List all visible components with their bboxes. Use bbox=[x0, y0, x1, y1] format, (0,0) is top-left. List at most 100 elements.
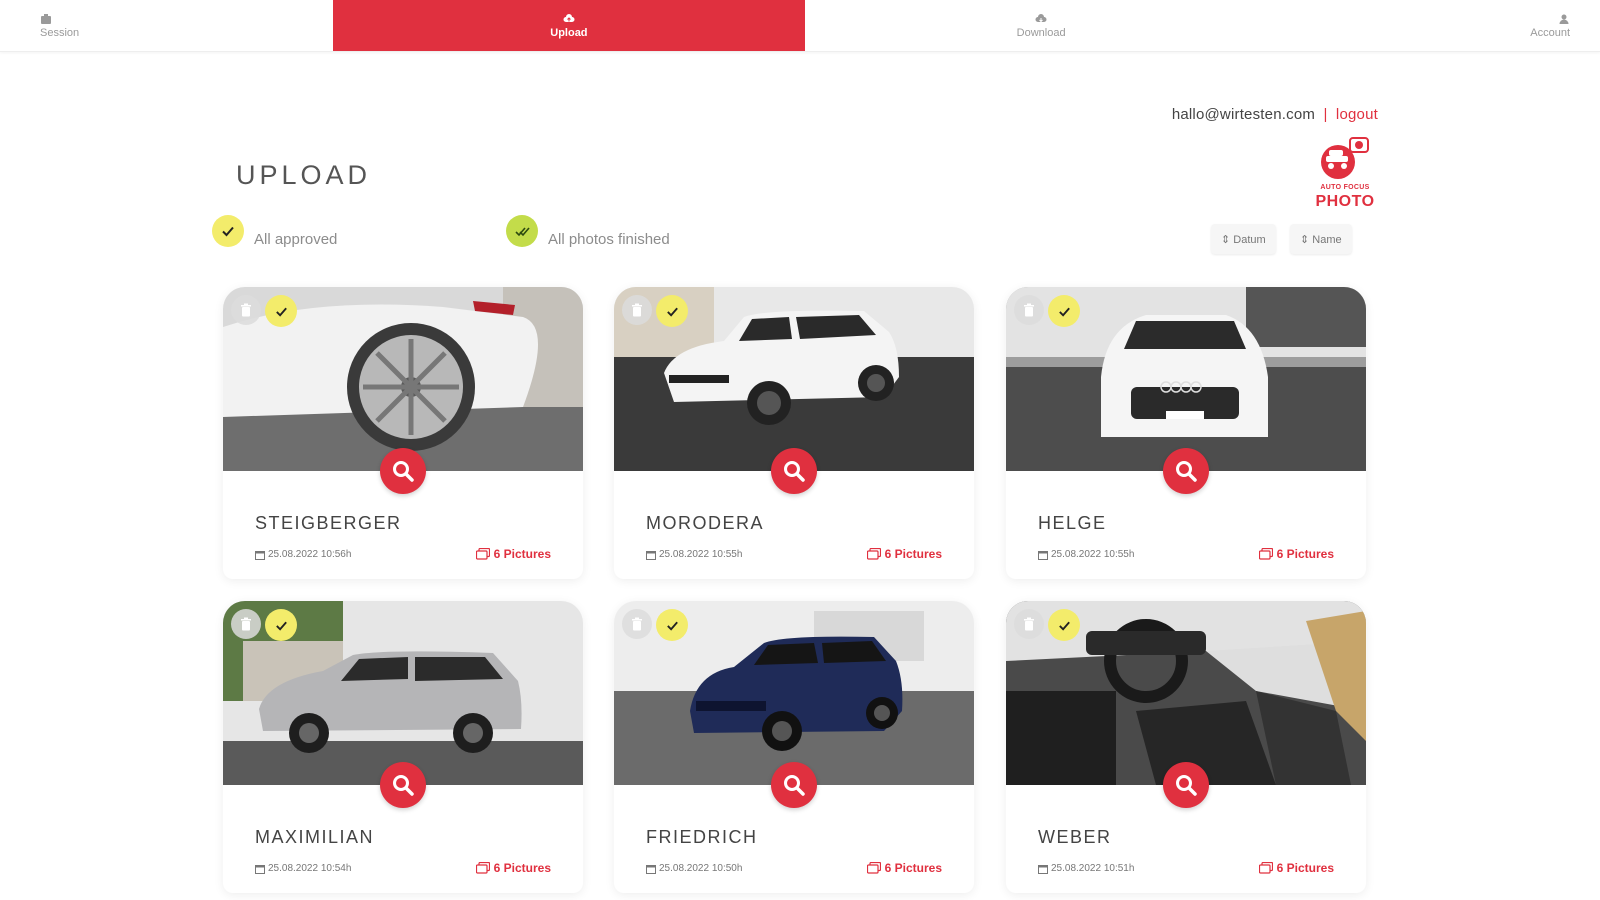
zoom-button[interactable] bbox=[771, 448, 817, 494]
session-card[interactable]: MORODERA 25.08.2022 10:55h 6 Pictures bbox=[614, 287, 974, 579]
account-email: hallo@wirtesten.com bbox=[1171, 106, 1316, 123]
calendar-icon bbox=[255, 864, 265, 874]
session-date-text: 25.08.2022 10:55h bbox=[659, 549, 743, 560]
magnifier-icon bbox=[1176, 461, 1197, 482]
pictures-count: 6 Pictures bbox=[1276, 861, 1334, 875]
session-card[interactable]: HELGE 25.08.2022 10:55h 6 Pictures bbox=[1006, 287, 1366, 579]
zoom-button[interactable] bbox=[1163, 448, 1209, 494]
pictures-icon bbox=[475, 862, 490, 874]
magnifier-icon bbox=[393, 461, 414, 482]
session-date: 25.08.2022 10:54h bbox=[255, 863, 351, 874]
cloud-download-icon bbox=[1035, 13, 1047, 22]
session-date: 25.08.2022 10:55h bbox=[1038, 549, 1134, 560]
zoom-button[interactable] bbox=[1163, 762, 1209, 808]
calendar-icon bbox=[646, 864, 656, 874]
tab-download-label: Download bbox=[1016, 26, 1066, 39]
tab-account-label: Account bbox=[1530, 26, 1570, 39]
logo-title: PHOTO bbox=[1315, 193, 1375, 210]
session-name: MAXIMILIAN bbox=[255, 827, 375, 847]
approved-check-icon[interactable] bbox=[656, 609, 688, 641]
approved-check-icon[interactable] bbox=[1048, 295, 1080, 327]
pictures-icon bbox=[1258, 862, 1273, 874]
sort-by-date-button[interactable]: ⇕ Datum bbox=[1211, 224, 1276, 254]
magnifier-icon bbox=[784, 461, 805, 482]
session-icon bbox=[41, 13, 51, 24]
pictures-count: 6 Pictures bbox=[884, 861, 942, 875]
zoom-button[interactable] bbox=[380, 762, 426, 808]
tab-upload-label: Upload bbox=[550, 26, 588, 39]
session-name: WEBER bbox=[1038, 827, 1112, 847]
magnifier-icon bbox=[393, 775, 414, 796]
session-date: 25.08.2022 10:55h bbox=[646, 549, 742, 560]
session-date: 25.08.2022 10:56h bbox=[255, 549, 351, 560]
approved-check-icon[interactable] bbox=[656, 295, 688, 327]
session-date-text: 25.08.2022 10:50h bbox=[659, 863, 743, 874]
approved-check-icon[interactable] bbox=[265, 295, 297, 327]
session-card[interactable]: STEIGBERGER 25.08.2022 10:56h 6 Pictures bbox=[223, 287, 583, 579]
status-all-finished: All photos finished bbox=[506, 213, 670, 248]
cloud-upload-icon bbox=[563, 13, 575, 22]
pictures-icon bbox=[866, 862, 881, 874]
approved-check-icon[interactable] bbox=[265, 609, 297, 641]
pictures-count-link[interactable]: 6 Pictures bbox=[866, 861, 942, 875]
session-name: STEIGBERGER bbox=[255, 513, 402, 533]
approved-check-icon bbox=[212, 214, 244, 247]
approved-check-icon[interactable] bbox=[1048, 609, 1080, 641]
trash-icon[interactable] bbox=[622, 295, 652, 325]
user-icon bbox=[1559, 14, 1569, 24]
session-date-text: 25.08.2022 10:51h bbox=[1051, 863, 1135, 874]
session-card[interactable]: FRIEDRICH 25.08.2022 10:50h 6 Pictures bbox=[614, 601, 974, 893]
tab-upload[interactable]: Upload bbox=[332, 0, 805, 51]
trash-icon[interactable] bbox=[231, 295, 261, 325]
calendar-icon bbox=[255, 550, 265, 560]
pictures-icon bbox=[866, 548, 881, 560]
pictures-count-link[interactable]: 6 Pictures bbox=[475, 547, 551, 561]
session-date-text: 25.08.2022 10:55h bbox=[1051, 549, 1135, 560]
trash-icon[interactable] bbox=[622, 609, 652, 639]
tab-account[interactable]: Account bbox=[1277, 0, 1600, 51]
pictures-count: 6 Pictures bbox=[884, 547, 942, 561]
pictures-count-link[interactable]: 6 Pictures bbox=[866, 547, 942, 561]
pictures-icon bbox=[1258, 548, 1273, 560]
calendar-icon bbox=[646, 550, 656, 560]
pictures-count: 6 Pictures bbox=[493, 547, 551, 561]
pictures-count: 6 Pictures bbox=[493, 861, 551, 875]
session-name: HELGE bbox=[1038, 513, 1107, 533]
app-logo: AUTO FOCUS PHOTO bbox=[1312, 130, 1378, 214]
session-name: FRIEDRICH bbox=[646, 827, 758, 847]
account-separator: | bbox=[1323, 106, 1328, 123]
logout-link[interactable]: logout bbox=[1336, 106, 1378, 123]
session-name: MORODERA bbox=[646, 513, 765, 533]
top-navigation: Session Upload Download Account bbox=[0, 0, 1600, 52]
tab-session-label: Session bbox=[40, 26, 80, 39]
pictures-count-link[interactable]: 6 Pictures bbox=[1258, 547, 1334, 561]
magnifier-icon bbox=[784, 775, 805, 796]
session-card[interactable]: WEBER 25.08.2022 10:51h 6 Pictures bbox=[1006, 601, 1366, 893]
trash-icon[interactable] bbox=[1014, 295, 1044, 325]
status-finished-label: All photos finished bbox=[548, 231, 670, 248]
session-date-text: 25.08.2022 10:56h bbox=[268, 549, 352, 560]
calendar-icon bbox=[1038, 550, 1048, 560]
session-date: 25.08.2022 10:50h bbox=[646, 863, 742, 874]
tab-session[interactable]: Session bbox=[0, 0, 333, 51]
pictures-count-link[interactable]: 6 Pictures bbox=[1258, 861, 1334, 875]
account-info: hallo@wirtesten.com | logout bbox=[1172, 106, 1378, 123]
finished-double-check-icon bbox=[506, 214, 538, 247]
pictures-icon bbox=[475, 548, 490, 560]
tab-download[interactable]: Download bbox=[805, 0, 1277, 51]
session-date: 25.08.2022 10:51h bbox=[1038, 863, 1134, 874]
session-date-text: 25.08.2022 10:54h bbox=[268, 863, 352, 874]
trash-icon[interactable] bbox=[231, 609, 261, 639]
zoom-button[interactable] bbox=[771, 762, 817, 808]
session-card[interactable]: MAXIMILIAN 25.08.2022 10:54h 6 Pictures bbox=[223, 601, 583, 893]
page-title: UPLOAD bbox=[236, 160, 372, 190]
pictures-count-link[interactable]: 6 Pictures bbox=[475, 861, 551, 875]
zoom-button[interactable] bbox=[380, 448, 426, 494]
trash-icon[interactable] bbox=[1014, 609, 1044, 639]
sort-by-name-button[interactable]: ⇕ Name bbox=[1290, 224, 1352, 254]
status-approved-label: All approved bbox=[254, 231, 338, 248]
camera-car-logo-icon bbox=[1321, 137, 1369, 179]
logo-subtitle: AUTO FOCUS bbox=[1320, 184, 1370, 191]
calendar-icon bbox=[1038, 864, 1048, 874]
magnifier-icon bbox=[1176, 775, 1197, 796]
